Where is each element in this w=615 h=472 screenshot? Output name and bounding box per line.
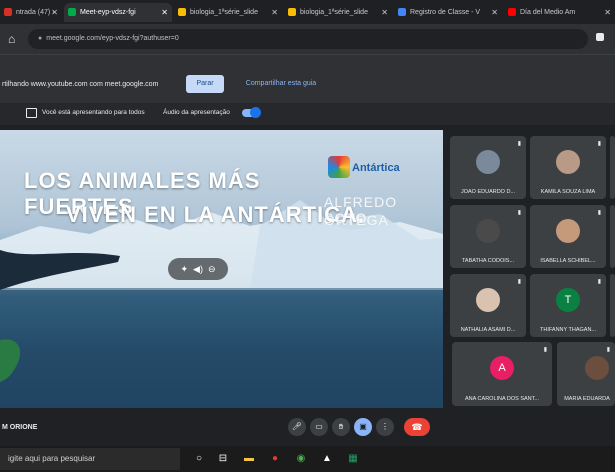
participant-name: NATHALIA ASAMI D...	[460, 327, 516, 333]
participant-name: JOAO EDUARDO D...	[460, 189, 516, 195]
browser-tab[interactable]: biologia_1ªsérie_slide ✕	[284, 3, 392, 22]
lock-icon: ●	[38, 35, 43, 42]
close-tab-icon[interactable]: ✕	[161, 3, 168, 22]
mic-muted-icon: ▮	[606, 347, 610, 353]
youtube-icon	[508, 8, 516, 17]
microphone-button[interactable]: 🎤︎	[288, 418, 306, 436]
participant-name: MARIA EDUARDA	[564, 396, 610, 402]
camera-button[interactable]: ▭	[310, 418, 328, 436]
present-now-button[interactable]: ▣	[354, 418, 372, 436]
mic-muted-icon: ▮	[597, 141, 601, 147]
extension-icon[interactable]	[596, 33, 604, 41]
mic-muted-icon: ▮	[517, 141, 521, 147]
close-tab-icon[interactable]: ✕	[381, 3, 388, 22]
presentation-screen: LOS ANIMALES MÁS FUERTES VIVEN EN LA ANT…	[0, 130, 443, 408]
meeting-controls-bar: M ORIONE 🎤︎ ▭ ✋︎ ▣ ⋮ ☎	[0, 408, 615, 446]
meet-icon	[68, 8, 76, 17]
participant-tile[interactable]: ▮ NATHALIA ASAMI D...	[450, 274, 526, 337]
leave-call-button[interactable]: ☎	[404, 418, 430, 436]
presentation-audio-label: Áudio da apresentação	[163, 109, 230, 116]
browser-tab-strip: ntrada (47) · ✕ Meet-eyp-vdsz-fgi ✕ biolog…	[0, 0, 615, 24]
app-icon[interactable]: ▲	[318, 450, 336, 468]
raise-hand-button[interactable]: ✋︎	[332, 418, 350, 436]
avatar	[556, 219, 580, 243]
avatar	[556, 150, 580, 174]
participant-tile[interactable]: ▮ ISABELLA SCHIBEL...	[530, 205, 606, 268]
participant-name: THIFANNY THAGAN...	[539, 327, 597, 333]
participant-tile[interactable]: ▮ MARIA EDUARDA	[557, 342, 615, 406]
participant-name: ANA CAROLINA DOS SANT...	[465, 396, 539, 402]
volume-icon[interactable]: ◀)	[193, 264, 203, 274]
slides-icon	[178, 8, 186, 17]
mic-muted-icon: ▮	[543, 347, 547, 353]
address-bar-row: ⌂ ● meet.google.com/eyp-vdsz-fgi?authuser…	[0, 24, 615, 54]
windows-taskbar: igite aqui para pesquisar ○ ⊟ ▬ ● ◉ ▲ ▦	[0, 446, 615, 472]
participant-tile[interactable]: ▮ KAMILA SOUZA LIMA	[530, 136, 606, 199]
avatar	[476, 219, 500, 243]
meeting-user-name: M ORIONE	[2, 424, 38, 431]
pin-icon[interactable]: ✦	[180, 264, 188, 274]
chrome-icon[interactable]: ◉	[292, 450, 310, 468]
mic-muted-icon: ▮	[597, 210, 601, 216]
cortana-icon[interactable]: ○	[190, 450, 208, 468]
participant-tile[interactable]	[610, 205, 615, 268]
avatar	[585, 356, 609, 380]
browser-tab-active[interactable]: Meet-eyp-vdsz-fgi ✕	[64, 3, 172, 22]
slide-author-line2: ORTEGA	[324, 212, 389, 228]
browser-tab[interactable]: Día del Medio Am ✕	[504, 3, 615, 22]
slides-icon	[288, 8, 296, 17]
home-icon[interactable]: ⌂	[8, 32, 15, 46]
slide-brand-text: Antártica	[352, 162, 400, 174]
excel-icon[interactable]: ▦	[344, 450, 362, 468]
presentation-controls[interactable]: ✦ ◀) ⊖	[168, 258, 228, 280]
participant-tile[interactable]: ▮ T THIFANNY THAGAN...	[530, 274, 606, 337]
opera-icon[interactable]: ●	[266, 450, 284, 468]
browser-tab[interactable]: ntrada (47) · ✕	[0, 3, 62, 22]
close-tab-icon[interactable]: ✕	[604, 3, 611, 22]
participant-tile[interactable]: ▮ JOAO EDUARDO D...	[450, 136, 526, 199]
participant-name: ISABELLA SCHIBEL...	[540, 258, 596, 264]
minimize-icon[interactable]: ⊖	[208, 264, 216, 274]
avatar	[476, 150, 500, 174]
mic-muted-icon: ▮	[597, 279, 601, 285]
avatar: T	[556, 288, 580, 312]
participant-tile[interactable]: ▮ TABATHA CODOIS...	[450, 205, 526, 268]
more-options-button[interactable]: ⋮	[376, 418, 394, 436]
url-field[interactable]: ● meet.google.com/eyp-vdsz-fgi?authuser=0	[28, 29, 588, 49]
participant-tile[interactable]	[610, 274, 615, 337]
presentation-audio-toggle[interactable]	[242, 107, 261, 118]
mic-muted-icon: ▮	[517, 210, 521, 216]
share-this-tab-button[interactable]: Compartilhar esta guia	[236, 75, 326, 93]
close-tab-icon[interactable]: ✕	[491, 3, 498, 22]
presenting-bar: Você está apresentando para todos Áudio …	[0, 103, 615, 125]
close-tab-icon[interactable]: ✕	[271, 3, 278, 22]
avatar	[476, 288, 500, 312]
task-view-icon[interactable]: ⊟	[214, 450, 232, 468]
presenting-status-text: Você está apresentando para todos	[42, 109, 145, 116]
close-tab-icon[interactable]: ✕	[51, 3, 58, 22]
stop-sharing-button[interactable]: Parar	[186, 75, 224, 93]
browser-tab[interactable]: Registro de Classe - V ✕	[394, 3, 502, 22]
participant-name: TABATHA CODOIS...	[461, 258, 515, 264]
browser-tab[interactable]: biologia_1ªsérie_slide ✕	[174, 3, 282, 22]
mic-muted-icon: ▮	[517, 279, 521, 285]
avatar: A	[490, 356, 514, 380]
file-explorer-icon[interactable]: ▬	[240, 450, 258, 468]
sharing-status-text: rtilhando www.youtube.com com meet.googl…	[2, 81, 159, 88]
tab-sharing-bar: rtilhando www.youtube.com com meet.googl…	[0, 54, 615, 103]
slide-title-line2: VIVEN EN LA ANTÁRTICA.	[66, 202, 366, 227]
taskbar-search-input[interactable]: igite aqui para pesquisar	[0, 448, 180, 470]
participant-name: KAMILA SOUZA LIMA	[540, 189, 596, 195]
participant-tile[interactable]	[610, 136, 615, 199]
gmail-icon	[4, 8, 12, 17]
class-register-icon	[398, 8, 406, 17]
antarctica-logo-icon	[328, 156, 350, 178]
participant-tile[interactable]: ▮ A ANA CAROLINA DOS SANT...	[452, 342, 552, 406]
present-screen-icon	[26, 108, 37, 118]
